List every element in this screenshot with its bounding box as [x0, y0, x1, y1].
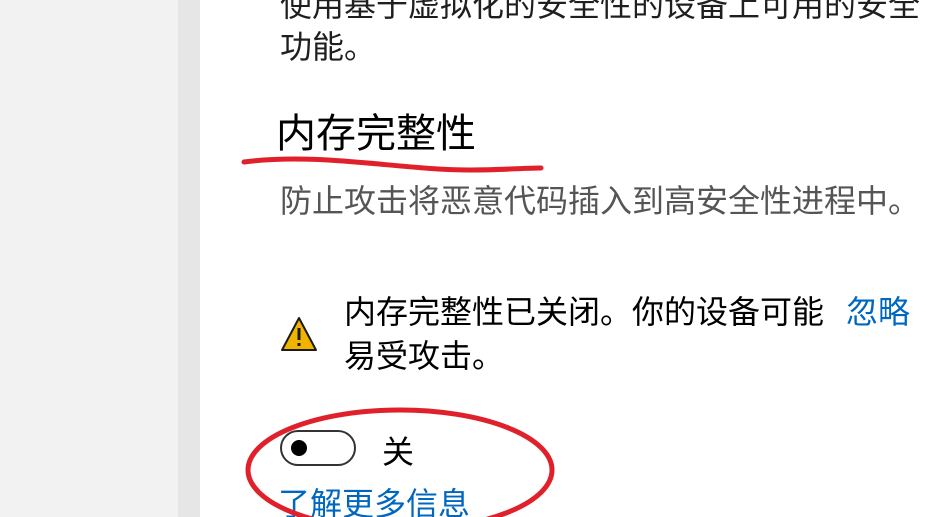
memory-integrity-title: 内存完整性 — [276, 111, 476, 157]
memory-integrity-warning-text: 内存完整性已关闭。你的设备可能易受攻击。 — [344, 293, 825, 375]
section-intro-text: 使用基于虚拟化的安全性的设备上可用的安全功能。 — [280, 0, 921, 66]
learn-more-link[interactable]: 了解更多信息 — [278, 482, 470, 517]
content-area: 使用基于虚拟化的安全性的设备上可用的安全功能。 内存完整性 防止攻击将恶意代码插… — [200, 0, 931, 517]
navigation-pane — [0, 0, 178, 517]
toggle-knob — [291, 440, 307, 456]
dismiss-warning-link[interactable]: 忽略 — [846, 290, 910, 334]
pane-divider — [178, 0, 200, 517]
memory-integrity-description: 防止攻击将恶意代码插入到高安全性进程中。 — [280, 182, 921, 220]
warning-icon — [281, 317, 317, 351]
memory-integrity-toggle[interactable] — [280, 430, 356, 466]
toggle-state-label: 关 — [382, 433, 415, 471]
security-settings-window: 使用基于虚拟化的安全性的设备上可用的安全功能。 内存完整性 防止攻击将恶意代码插… — [0, 0, 931, 517]
